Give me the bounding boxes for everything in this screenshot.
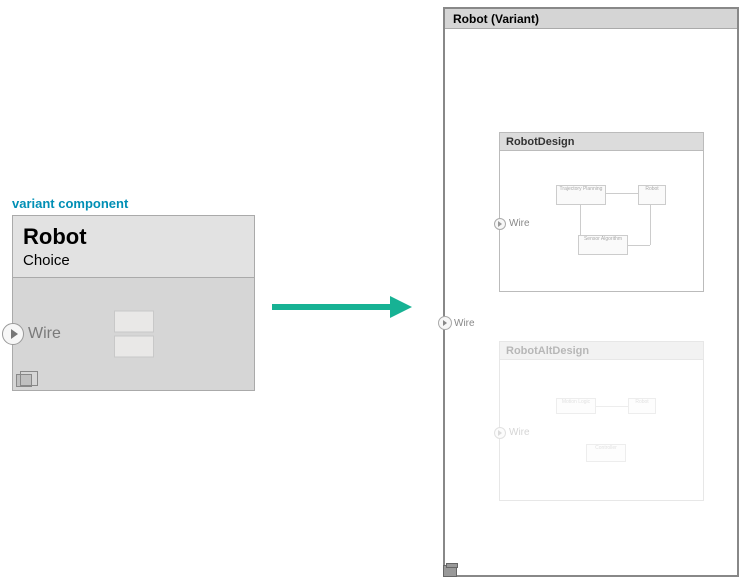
- mini-block: Robot: [638, 185, 666, 205]
- variant-body: Wire Motion Logic Robot Controller: [500, 360, 703, 500]
- annotation-variant-component: variant component: [12, 196, 128, 211]
- variant-component-port-label: Wire: [28, 325, 61, 343]
- variant-name: RobotDesign: [500, 133, 703, 151]
- variant-block-active[interactable]: RobotDesign Wire Trajectory Planning Rob…: [499, 132, 704, 292]
- variant-input-port[interactable]: Wire: [494, 218, 530, 230]
- navigate-up-icon[interactable]: [443, 565, 457, 577]
- variant-name: RobotAltDesign: [500, 342, 703, 360]
- variant-component-input-port[interactable]: Wire: [2, 323, 61, 345]
- variant-block-inactive[interactable]: RobotAltDesign Wire Motion Logic Robot C…: [499, 341, 704, 501]
- mini-block: Sensor Algorithm: [578, 235, 628, 255]
- variant-window-title: Robot (Variant): [445, 9, 737, 29]
- variant-component-subtitle: Choice: [23, 252, 244, 269]
- expand-arrow: [272, 299, 417, 313]
- variant-window[interactable]: Robot (Variant) Wire RobotDesign Wire Tr…: [443, 7, 739, 577]
- variant-component-body: Wire: [13, 278, 254, 390]
- port-icon: [2, 323, 24, 345]
- variant-thumbnail: [114, 336, 154, 358]
- port-icon: [438, 316, 452, 330]
- port-icon: [494, 218, 506, 230]
- variant-component-block[interactable]: Robot Choice Wire: [12, 215, 255, 391]
- mini-block: Controller: [586, 444, 626, 462]
- mini-block: Motion Logic: [556, 398, 596, 414]
- variant-body: Wire Trajectory Planning Robot Sensor Al…: [500, 151, 703, 291]
- variant-window-port-label: Wire: [454, 318, 475, 329]
- diagram-canvas: variant component variant variant active…: [0, 0, 749, 586]
- variant-port-label: Wire: [509, 218, 530, 229]
- variant-component-header: Robot Choice: [13, 216, 254, 278]
- variant-input-port[interactable]: Wire: [494, 427, 530, 439]
- mini-block: Trajectory Planning: [556, 185, 606, 205]
- variant-window-input-port[interactable]: Wire: [438, 316, 475, 330]
- subsystem-badge-icon: [16, 374, 32, 387]
- variant-thumbnail: [114, 311, 154, 333]
- variant-thumbnails: [114, 308, 154, 361]
- port-icon: [494, 427, 506, 439]
- variant-port-label: Wire: [509, 427, 530, 438]
- variant-component-title: Robot: [23, 224, 244, 250]
- mini-block: Robot: [628, 398, 656, 414]
